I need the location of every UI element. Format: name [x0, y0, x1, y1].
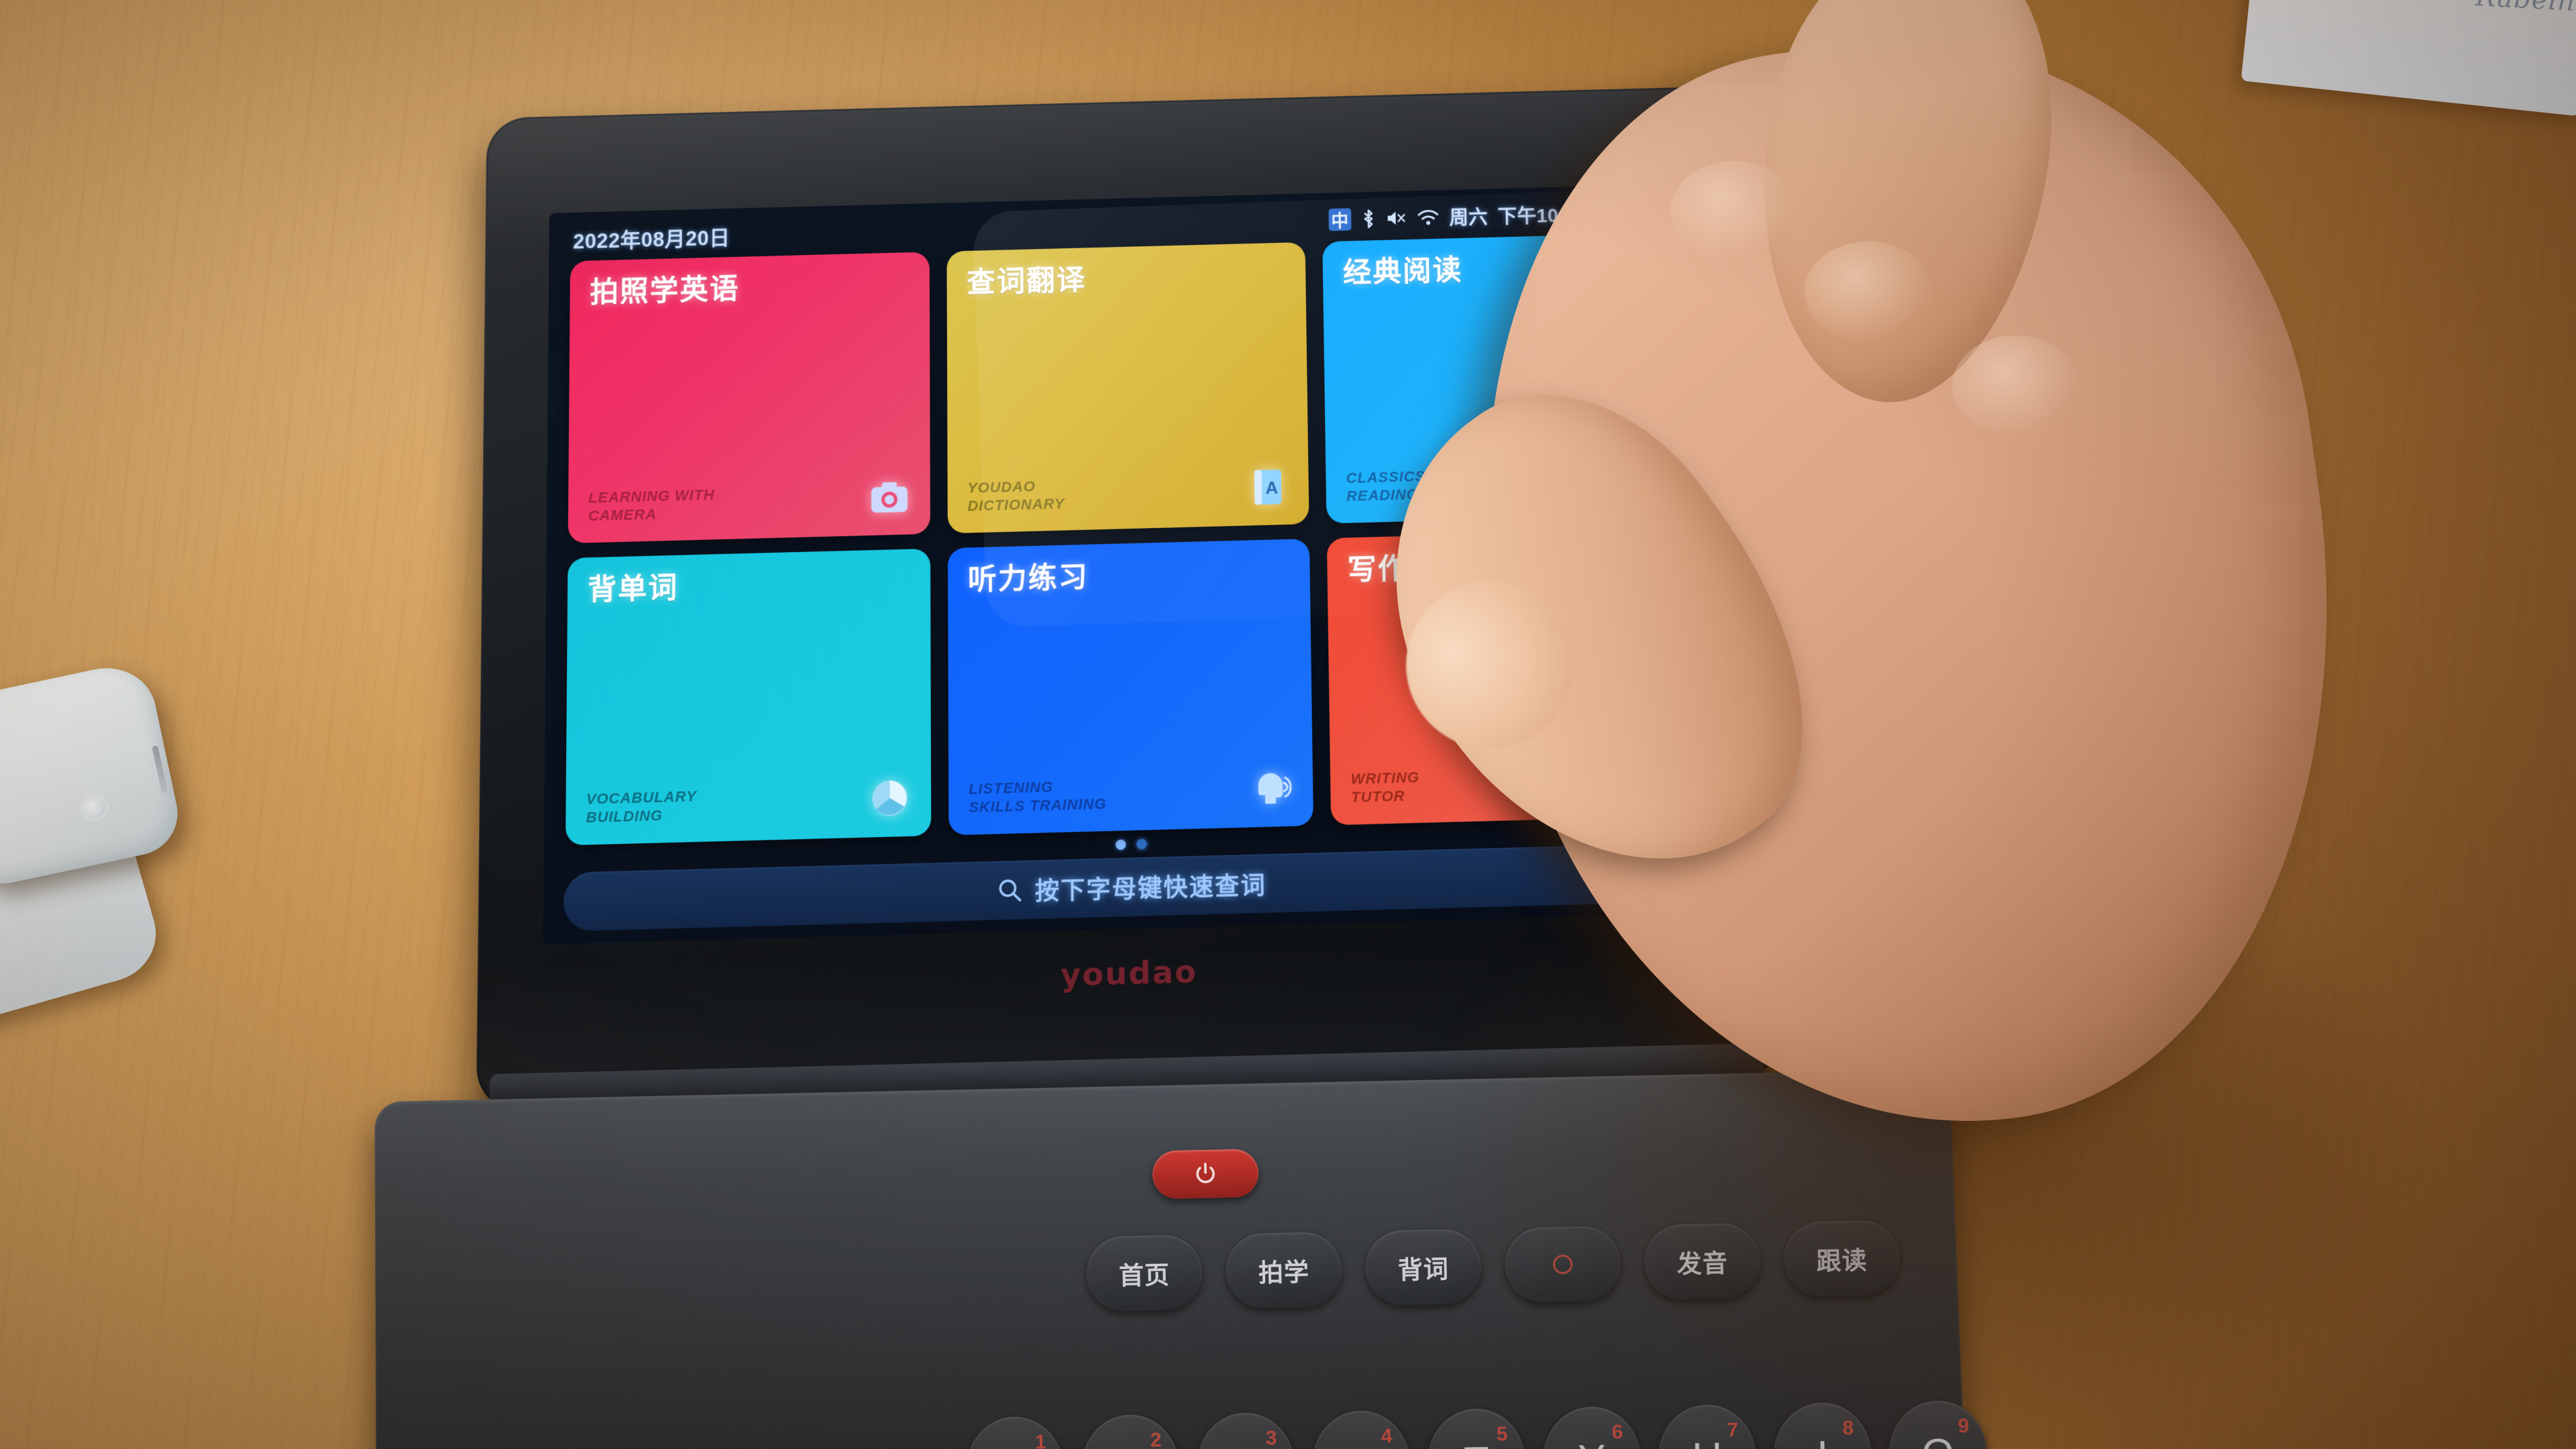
ime-indicator[interactable]: 中	[1328, 208, 1352, 231]
key-i[interactable]: 8 I	[1772, 1401, 1873, 1449]
search-hint-text: 按下字母键快速查词	[1034, 871, 1267, 906]
tile-learning-with-camera[interactable]: 拍照学英语 LEARNING WITH CAMERA	[568, 252, 930, 543]
tile-footer: WRITING TUTOR	[1350, 757, 1675, 807]
bluetooth-icon	[1361, 208, 1376, 229]
tile-subtitle: VOCABULARY BUILDING	[586, 788, 697, 826]
key-r-letter: R	[1346, 1440, 1377, 1449]
tile-youdao-dictionary[interactable]: 查词翻译 YOUDAO DICTIONARY A	[946, 241, 1309, 534]
tile-subtitle: WRITING TUTOR	[1350, 769, 1419, 806]
key-w-number: 2	[1150, 1429, 1162, 1449]
key-q-letter: Q	[998, 1446, 1031, 1449]
tile-footer: LEARNING WITH CAMERA	[588, 476, 910, 525]
tile-vocabulary-building[interactable]: 背单词 VOCABULARY BUILDING	[566, 548, 931, 846]
camera-icon	[869, 476, 910, 518]
device-screen[interactable]: 2022年08月20日 中 周六 下午10:03 77% 拍照学英语 LEARN…	[543, 183, 1721, 945]
key-q[interactable]: 1 Q	[965, 1415, 1065, 1449]
key-t-letter: T	[1463, 1438, 1489, 1449]
open-book-icon	[1625, 456, 1668, 498]
handwritten-script: Rabein	[2475, 0, 2576, 17]
tile-title: 背单词	[587, 572, 679, 606]
key-e[interactable]: 3 E	[1195, 1411, 1296, 1449]
key-q-number: 1	[1034, 1431, 1046, 1449]
pencil-note-icon	[1633, 757, 1676, 800]
fn-key-photo-learn[interactable]: 拍学	[1225, 1231, 1342, 1309]
tile-subtitle: LEARNING WITH CAMERA	[588, 486, 715, 525]
tile-subtitle: CLASSICS READING	[1346, 468, 1426, 504]
case-led-indicator	[80, 795, 108, 820]
photo-scene: Rabein 2022年08月20日 中	[0, 0, 2576, 1449]
app-tile-grid: 拍照学英语 LEARNING WITH CAMERA 查词翻译 YOUDAO D…	[559, 228, 1703, 846]
key-u-number: 7	[1727, 1419, 1739, 1442]
dictionary-book-icon: A	[1247, 466, 1289, 508]
fn-key-read-along[interactable]: 跟读	[1783, 1220, 1900, 1297]
tile-title: 写作助手	[1347, 551, 1469, 587]
home-screen: 2022年08月20日 中 周六 下午10:03 77% 拍照学英语 LEARN…	[543, 183, 1721, 945]
tile-title: 听力练习	[967, 561, 1089, 597]
key-y-number: 6	[1611, 1421, 1623, 1444]
tile-subtitle: YOUDAO DICTIONARY	[967, 478, 1065, 515]
key-w[interactable]: 2 W	[1080, 1413, 1181, 1449]
tile-footer: VOCABULARY BUILDING	[586, 777, 910, 827]
key-t[interactable]: 5 T	[1426, 1407, 1527, 1449]
tile-title: 拍照学英语	[590, 273, 740, 309]
key-u[interactable]: 7 U	[1657, 1403, 1758, 1449]
search-icon	[997, 877, 1023, 904]
status-time: 下午10:03	[1497, 205, 1588, 228]
key-i-number: 8	[1842, 1417, 1854, 1440]
page-dot-2[interactable]	[1136, 839, 1147, 849]
key-y[interactable]: 6 Y	[1542, 1405, 1642, 1449]
tile-title: 经典阅读	[1342, 254, 1463, 289]
device-lid: 2022年08月20日 中 周六 下午10:03 77% 拍照学英语 LEARN…	[476, 85, 1784, 1112]
key-r[interactable]: 4 R	[1311, 1409, 1411, 1449]
status-date: 2022年08月20日	[573, 225, 731, 253]
battery-icon	[1646, 202, 1677, 221]
key-o-letter: O	[1921, 1430, 1954, 1449]
tile-classics-reading[interactable]: 经典阅读 CLASSICS READING	[1322, 232, 1688, 524]
speaker-muted-icon	[1385, 208, 1407, 228]
key-o-number: 9	[1957, 1415, 1970, 1438]
status-weekday: 周六	[1449, 207, 1488, 229]
page-dot-1[interactable]	[1116, 839, 1126, 850]
key-i-letter: I	[1817, 1432, 1829, 1449]
tile-listening-skills-training[interactable]: 听力练习 LISTENING SKILLS TRAINING	[947, 539, 1314, 836]
key-r-number: 4	[1381, 1425, 1393, 1448]
wifi-icon	[1417, 208, 1440, 227]
fn-key-record[interactable]	[1504, 1226, 1621, 1303]
tile-title: 查词翻译	[966, 264, 1087, 299]
battery-fill	[1649, 205, 1670, 217]
power-icon	[1196, 1163, 1215, 1183]
youdao-dictionary-device: 2022年08月20日 中 周六 下午10:03 77% 拍照学英语 LEARN…	[374, 85, 1993, 1449]
tile-footer: LISTENING SKILLS TRAINING	[969, 767, 1293, 817]
tile-subtitle: LISTENING SKILLS TRAINING	[968, 778, 1107, 816]
key-o[interactable]: 9 O	[1888, 1399, 1988, 1449]
key-u-letter: U	[1692, 1434, 1723, 1449]
fn-key-home[interactable]: 首页	[1085, 1234, 1203, 1312]
power-button[interactable]	[1152, 1148, 1259, 1199]
fn-key-memorize-words[interactable]: 背词	[1364, 1228, 1482, 1306]
tile-footer: YOUDAO DICTIONARY A	[967, 466, 1289, 516]
key-y-letter: Y	[1578, 1436, 1607, 1449]
record-circle-icon	[1553, 1254, 1573, 1275]
speaking-head-icon	[1251, 767, 1293, 810]
case-seam	[152, 745, 168, 794]
key-e-letter: E	[1232, 1442, 1260, 1449]
svg-text:A: A	[1266, 479, 1279, 498]
key-e-number: 3	[1265, 1427, 1277, 1449]
key-t-number: 5	[1496, 1423, 1508, 1446]
tile-writing-assistant[interactable]: 写作助手 WRITING TUTOR	[1327, 529, 1697, 826]
fn-key-pronounce[interactable]: 发音	[1644, 1222, 1761, 1301]
key-w-letter: W	[1110, 1444, 1150, 1449]
tile-footer: CLASSICS READING	[1346, 456, 1668, 506]
status-indicators: 中 周六 下午10:03 77%	[1328, 197, 1677, 233]
brand-logo: youdao	[1060, 953, 1198, 994]
status-battery-percent: 77%	[1597, 201, 1637, 223]
pie-chart-icon	[869, 777, 910, 820]
